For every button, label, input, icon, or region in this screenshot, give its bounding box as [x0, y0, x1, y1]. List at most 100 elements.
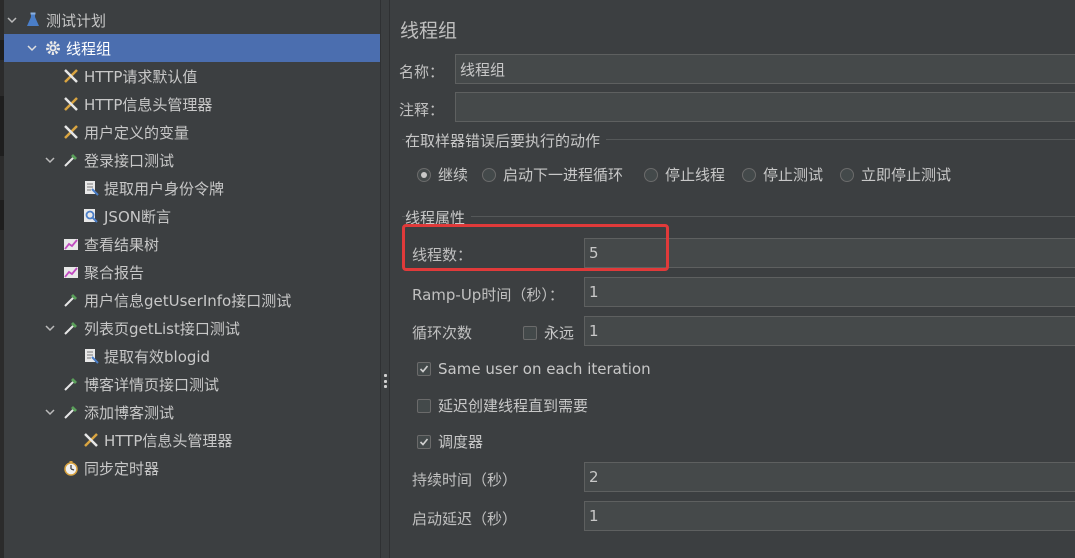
tree-item-label: 登录接口测试: [84, 151, 175, 170]
tree-item-label: 测试计划: [46, 11, 107, 30]
timer-icon: [62, 459, 80, 477]
chevron-down-icon[interactable]: [44, 322, 56, 334]
comment-field[interactable]: [455, 92, 1075, 122]
radio-label: 停止线程: [665, 166, 726, 184]
wrench-icon: [62, 123, 80, 141]
chevron-down-icon[interactable]: [26, 42, 38, 54]
tree-item-view-results-tree[interactable]: 查看结果树: [4, 230, 380, 258]
tree-item-thread-group[interactable]: 线程组: [4, 34, 380, 62]
tree-item-getuserinfo-test[interactable]: 用户信息getUserInfo接口测试: [4, 286, 380, 314]
tree-item-label: 博客详情页接口测试: [84, 375, 220, 394]
pipette-icon: [62, 403, 80, 421]
tree-item-test-plan[interactable]: 测试计划: [4, 6, 380, 34]
tree-item-label: 添加博客测试: [84, 403, 175, 422]
tree-item-blog-detail-test[interactable]: 博客详情页接口测试: [4, 370, 380, 398]
radio-button[interactable]: [742, 167, 756, 182]
tree-item-label: JSON断言: [104, 207, 171, 226]
error-action-group-title: 在取样器错误后要执行的动作: [405, 130, 607, 151]
wrench-icon: [62, 67, 80, 85]
tree-item-http-header-manager-2[interactable]: HTTP信息头管理器: [4, 426, 380, 454]
tree-item-add-blog-test[interactable]: 添加博客测试: [4, 398, 380, 426]
rampup-field[interactable]: [584, 277, 1075, 307]
comment-label: 注释：: [399, 101, 445, 119]
extractor-icon: [82, 179, 100, 197]
tree-item-json-assertion[interactable]: JSON断言: [4, 202, 380, 230]
radio-button[interactable]: [482, 167, 496, 182]
tree-item-label: 查看结果树: [84, 235, 160, 254]
radio-label: 继续: [438, 166, 469, 184]
tree-item-http-defaults[interactable]: HTTP请求默认值: [4, 62, 380, 90]
delay-create-label: 延迟创建线程直到需要: [438, 397, 589, 415]
tree-item-aggregate-report[interactable]: 聚合报告: [4, 258, 380, 286]
highlight-annotation: [402, 224, 669, 271]
rampup-label: Ramp-Up时间（秒）：: [412, 286, 564, 304]
thread-properties-group: [402, 216, 1075, 217]
radio-stop-thread[interactable]: 停止线程: [644, 164, 725, 185]
tree-item-label: HTTP信息头管理器: [104, 431, 233, 450]
chevron-down-icon[interactable]: [44, 154, 56, 166]
forever-label: 永远: [544, 324, 575, 342]
tree-item-getlist-test[interactable]: 列表页getList接口测试: [4, 314, 380, 342]
radio-continue[interactable]: 继续: [417, 164, 468, 185]
loop-count-field[interactable]: [584, 316, 1075, 346]
chevron-down-icon[interactable]: [6, 14, 18, 26]
tree-item-http-header-manager[interactable]: HTTP信息头管理器: [4, 90, 380, 118]
tree-item-label: HTTP请求默认值: [84, 67, 198, 86]
pipette-icon: [62, 319, 80, 337]
tree-item-label: 用户定义的变量: [84, 123, 190, 142]
tree-item-label: 列表页getList接口测试: [84, 319, 240, 338]
wrench-icon: [62, 95, 80, 113]
tree-item-label: 同步定时器: [84, 459, 160, 478]
pipette-icon: [62, 375, 80, 393]
tree-item-label: HTTP信息头管理器: [84, 95, 213, 114]
tree-item-label: 提取用户身份令牌: [104, 179, 225, 198]
panel-splitter[interactable]: [380, 0, 390, 558]
forever-checkbox-row[interactable]: 永远: [523, 322, 574, 343]
tree-item-login-test[interactable]: 登录接口测试: [4, 146, 380, 174]
radio-stop-test[interactable]: 停止测试: [742, 164, 823, 185]
graph-icon: [62, 235, 80, 253]
radio-button[interactable]: [840, 167, 854, 182]
tree-item-user-variables[interactable]: 用户定义的变量: [4, 118, 380, 146]
radio-start-next-loop[interactable]: 启动下一进程循环: [482, 164, 623, 185]
tree-item-extract-blogid[interactable]: 提取有效blogid: [4, 342, 380, 370]
tree-item-label: 聚合报告: [84, 263, 145, 282]
radio-button[interactable]: [417, 167, 431, 182]
duration-field[interactable]: [584, 462, 1075, 492]
radio-stop-test-now[interactable]: 立即停止测试: [840, 164, 951, 185]
pipette-icon: [62, 291, 80, 309]
scheduler-label: 调度器: [438, 433, 484, 451]
test-plan-tree[interactable]: 测试计划 线程组 HTTP请求默认值 HTTP信息头管理器 用户定义的变量 登录…: [4, 0, 380, 558]
loop-label: 循环次数: [412, 324, 473, 342]
forever-checkbox[interactable]: [523, 325, 537, 340]
magnifier-icon: [82, 207, 100, 225]
delay-create-checkbox-row[interactable]: 延迟创建线程直到需要: [417, 395, 588, 416]
startup-delay-field[interactable]: [584, 501, 1075, 531]
tree-item-label: 提取有效blogid: [104, 347, 211, 366]
wrench-icon: [82, 431, 100, 449]
tree-item-sync-timer[interactable]: 同步定时器: [4, 454, 380, 482]
tree-item-label: 用户信息getUserInfo接口测试: [84, 291, 292, 310]
same-user-checkbox-row[interactable]: Same user on each iteration: [417, 360, 651, 378]
page-title: 线程组: [400, 20, 458, 42]
extractor-icon: [82, 347, 100, 365]
name-field[interactable]: [455, 54, 1075, 84]
radio-label: 停止测试: [763, 166, 824, 184]
thread-group-panel: 线程组 名称： 注释： 在取样器错误后要执行的动作 继续 启动下一进程循环 停止…: [390, 0, 1075, 558]
radio-label: 启动下一进程循环: [503, 166, 624, 184]
same-user-checkbox[interactable]: [417, 362, 431, 376]
startup-delay-label: 启动延迟（秒）: [412, 510, 518, 528]
scheduler-checkbox-row[interactable]: 调度器: [417, 431, 483, 452]
radio-button[interactable]: [644, 167, 658, 182]
radio-label: 立即停止测试: [861, 166, 952, 184]
scheduler-checkbox[interactable]: [417, 434, 431, 449]
delay-create-checkbox[interactable]: [417, 398, 431, 413]
chevron-down-icon[interactable]: [44, 406, 56, 418]
tree-item-label: 线程组: [66, 39, 112, 58]
flask-icon: [24, 11, 42, 29]
drag-handle-icon[interactable]: [384, 374, 387, 388]
tree-item-extract-token[interactable]: 提取用户身份令牌: [4, 174, 380, 202]
name-label: 名称：: [399, 63, 445, 81]
gear-icon: [44, 39, 62, 57]
graph-icon: [62, 263, 80, 281]
